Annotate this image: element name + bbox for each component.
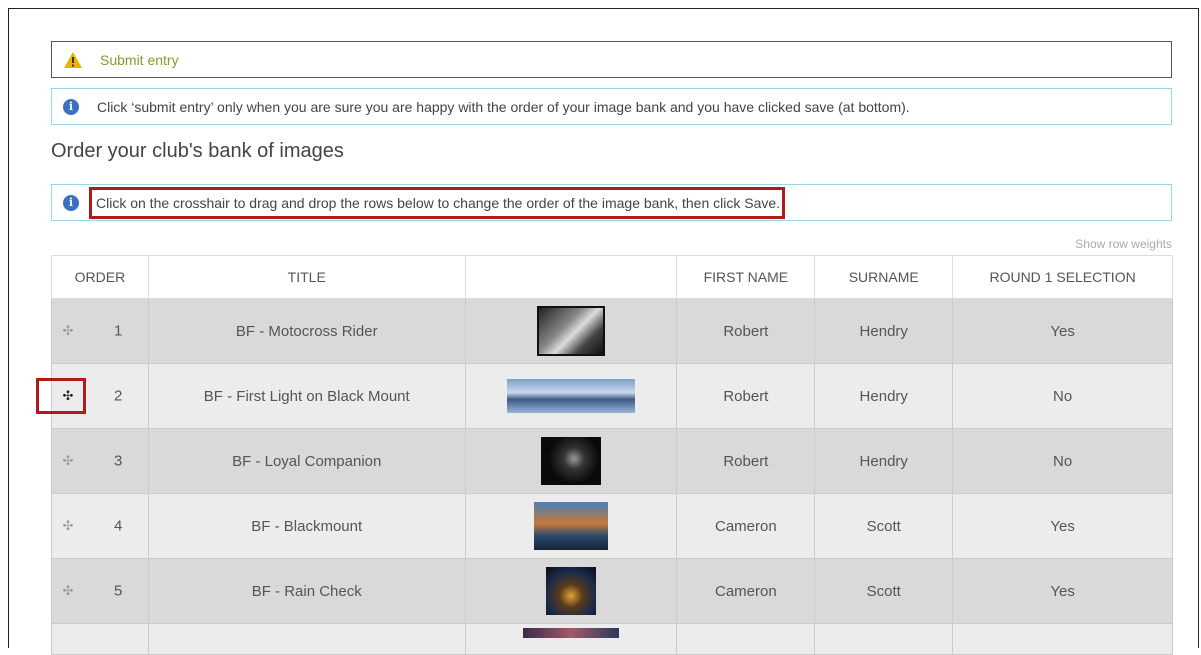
surname-cell: Hendry: [814, 363, 954, 429]
crosshair-drag-icon[interactable]: ✣: [60, 453, 76, 469]
image-thumbnail[interactable]: [540, 437, 601, 485]
image-cell: [464, 363, 678, 429]
crosshair-drag-icon[interactable]: ✣: [60, 388, 76, 404]
image-thumbnail[interactable]: [545, 567, 596, 615]
title-cell: BF - Rain Check: [147, 558, 466, 624]
table-row[interactable]: ✣ 3 BF - Loyal Companion Robert Hendry N…: [51, 428, 1173, 494]
first-name-cell: [676, 623, 816, 655]
column-header-title[interactable]: TITLE: [147, 255, 466, 299]
info-icon: i: [63, 194, 79, 211]
page-title: Order your club's bank of images: [51, 140, 344, 162]
column-header-first-name[interactable]: FIRST NAME: [676, 255, 816, 299]
first-name-cell: Cameron: [676, 558, 816, 624]
column-header-image: [464, 255, 678, 299]
show-row-weights-link[interactable]: Show row weights: [1075, 237, 1172, 251]
crosshair-drag-icon[interactable]: ✣: [60, 583, 76, 599]
selection-cell: Yes: [952, 558, 1173, 624]
first-name-cell: Cameron: [676, 493, 816, 559]
image-cell: [464, 623, 678, 655]
order-cell: ✣ 2: [36, 363, 149, 429]
table-row[interactable]: [51, 623, 1173, 655]
column-header-order[interactable]: ORDER: [51, 255, 149, 299]
order-cell: ✣ 5: [51, 558, 149, 624]
order-number: 3: [114, 452, 123, 470]
column-header-round-selection[interactable]: ROUND 1 SELECTION: [952, 255, 1173, 299]
drag-info-text: Click on the crosshair to drag and drop …: [89, 186, 786, 219]
order-number: 5: [114, 582, 123, 600]
image-thumbnail[interactable]: [522, 628, 619, 639]
info-icon: i: [63, 98, 79, 115]
table-header-row: ORDER TITLE FIRST NAME SURNAME ROUND 1 S…: [51, 255, 1173, 299]
selection-cell: Yes: [952, 493, 1173, 559]
surname-cell: Scott: [814, 558, 954, 624]
selection-cell: No: [952, 363, 1173, 429]
surname-cell: Scott: [814, 493, 954, 559]
first-name-cell: Robert: [676, 428, 816, 494]
table-row[interactable]: ✣ 5 BF - Rain Check Cameron Scott Yes: [51, 558, 1173, 624]
column-header-surname[interactable]: SURNAME: [814, 255, 954, 299]
selection-cell: Yes: [952, 298, 1173, 364]
image-bank-table: ORDER TITLE FIRST NAME SURNAME ROUND 1 S…: [36, 255, 1173, 655]
order-cell: ✣ 1: [51, 298, 149, 364]
surname-cell: Hendry: [814, 298, 954, 364]
image-cell: [464, 558, 678, 624]
drag-info-alert: i Click on the crosshair to drag and dro…: [51, 184, 1172, 221]
image-cell: [464, 493, 678, 559]
order-number: 4: [114, 517, 123, 535]
selection-cell: [952, 623, 1173, 655]
image-cell: [464, 298, 678, 364]
title-cell: BF - Motocross Rider: [147, 298, 466, 364]
submit-info-text: Click ‘submit entry’ only when you are s…: [97, 98, 910, 115]
submit-entry-alert[interactable]: Submit entry: [51, 41, 1172, 78]
submit-entry-link[interactable]: Submit entry: [100, 52, 179, 68]
surname-cell: [814, 623, 954, 655]
crosshair-drag-icon[interactable]: ✣: [60, 323, 76, 339]
image-thumbnail[interactable]: [506, 379, 635, 413]
order-number: 2: [114, 387, 123, 405]
selection-cell: No: [952, 428, 1173, 494]
submit-info-alert: i Click ‘submit entry’ only when you are…: [51, 88, 1172, 125]
first-name-cell: Robert: [676, 298, 816, 364]
surname-cell: Hendry: [814, 428, 954, 494]
image-thumbnail[interactable]: [536, 306, 605, 356]
crosshair-drag-icon[interactable]: ✣: [60, 518, 76, 534]
title-cell: BF - Loyal Companion: [147, 428, 466, 494]
table-row[interactable]: ✣ 1 BF - Motocross Rider Robert Hendry Y…: [51, 298, 1173, 364]
warning-icon: [64, 51, 82, 68]
image-cell: [464, 428, 678, 494]
image-thumbnail[interactable]: [533, 502, 608, 550]
title-cell: BF - First Light on Black Mount: [147, 363, 466, 429]
title-cell: [147, 623, 466, 655]
order-number: 1: [114, 322, 123, 340]
table-row[interactable]: ✣ 2 BF - First Light on Black Mount Robe…: [36, 363, 1173, 429]
title-cell: BF - Blackmount: [147, 493, 466, 559]
order-cell: ✣ 4: [51, 493, 149, 559]
order-cell: ✣ 3: [51, 428, 149, 494]
order-cell: [51, 623, 149, 655]
first-name-cell: Robert: [676, 363, 816, 429]
table-row[interactable]: ✣ 4 BF - Blackmount Cameron Scott Yes: [51, 493, 1173, 559]
